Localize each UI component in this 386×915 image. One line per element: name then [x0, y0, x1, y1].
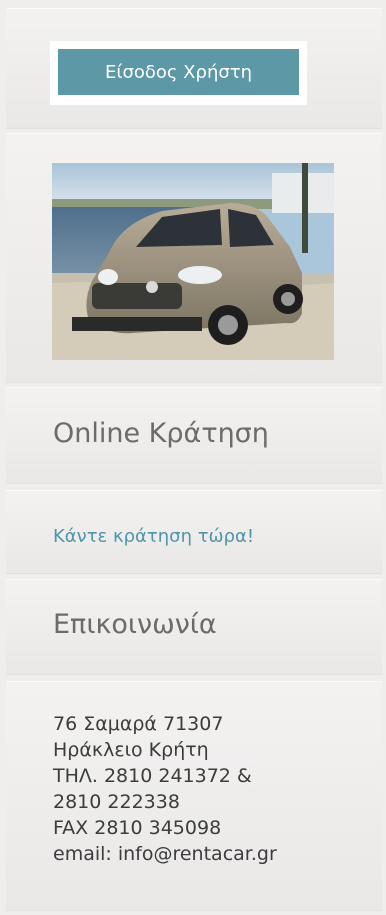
book-now-link[interactable]: Κάντε κράτηση τώρα!: [53, 526, 254, 547]
phone-line-2: 2810 222338: [53, 791, 180, 813]
phone-line: ΤΗΛ. 2810 241372 &: [53, 765, 252, 787]
car-photo: [52, 163, 334, 360]
sidebar: Είσοδος Χρήστη Online Κράτηση Κάντε κράτ…: [0, 0, 386, 915]
contact-info: 76 Σαμαρά 71307 Ηράκλειο Κρήτη ΤΗΛ. 2810…: [53, 711, 277, 867]
booking-heading: Online Κράτηση: [53, 418, 269, 449]
login-box: Είσοδος Χρήστη: [50, 41, 307, 105]
city-line: Ηράκλειο Κρήτη: [53, 739, 209, 761]
contact-heading: Επικοινωνία: [53, 609, 217, 640]
address-line: 76 Σαμαρά 71307: [53, 713, 224, 735]
email-line: email: info@rentacar.gr: [53, 843, 277, 865]
user-login-button[interactable]: Είσοδος Χρήστη: [58, 49, 299, 95]
fax-line: FAX 2810 345098: [53, 817, 222, 839]
